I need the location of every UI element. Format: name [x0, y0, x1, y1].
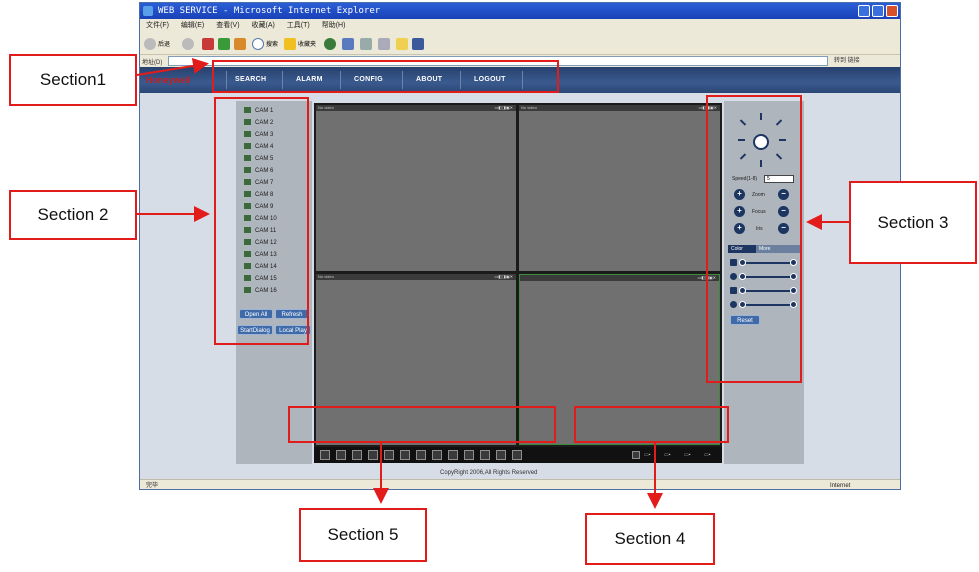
document-figure: WEB SERVICE - Microsoft Internet Explore… — [0, 0, 979, 572]
annotation-arrows — [136, 58, 849, 509]
section1-arrow — [136, 58, 209, 76]
